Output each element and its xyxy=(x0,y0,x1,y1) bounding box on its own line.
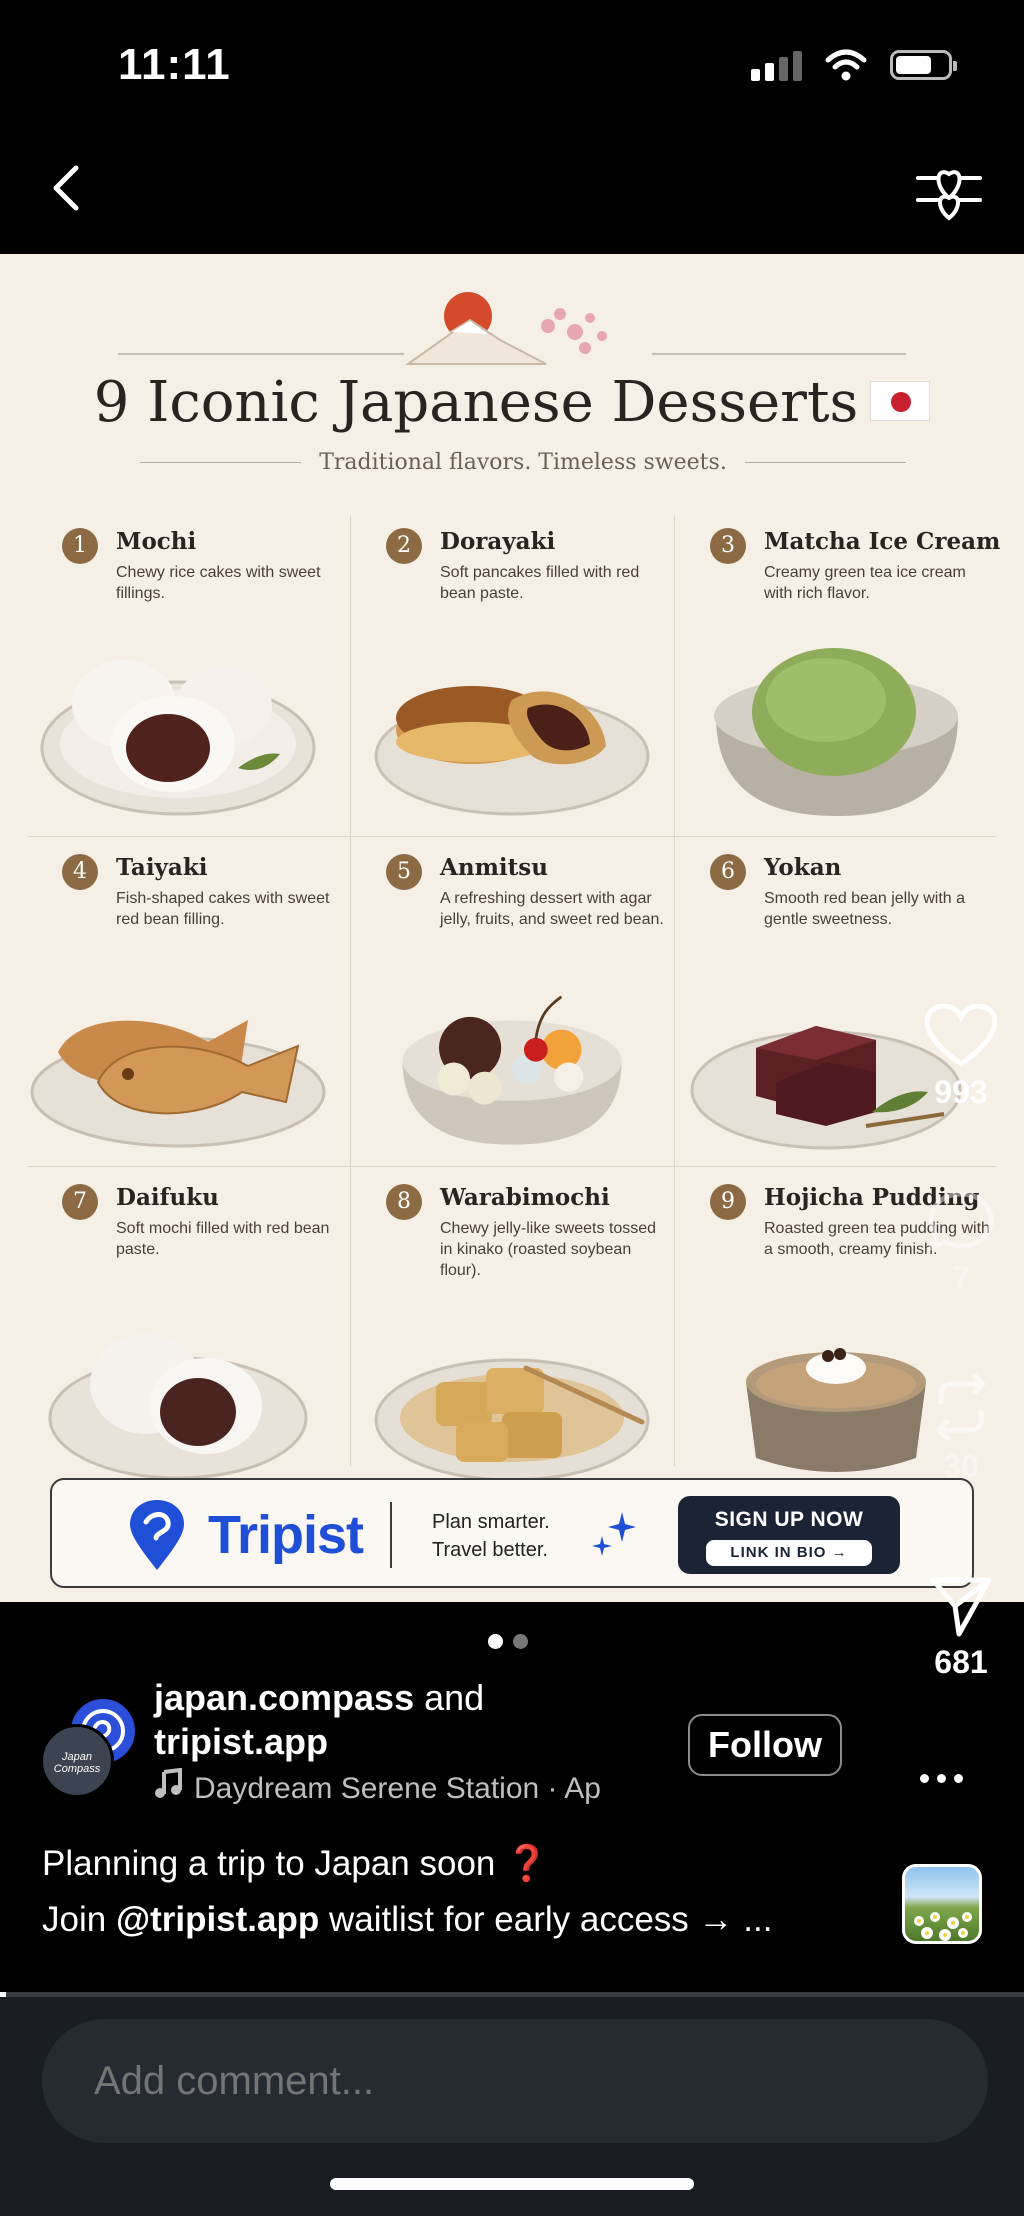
back-chevron-icon[interactable] xyxy=(40,160,96,216)
dessert-name: Mochi xyxy=(116,528,197,555)
heart-sliders-icon[interactable] xyxy=(914,158,984,222)
dessert-card-anmitsu: 5 Anmitsu A refreshing dessert with agar… xyxy=(352,842,674,1172)
author-username-1[interactable]: japan.compass xyxy=(154,1677,414,1718)
dessert-description: Soft pancakes filled with red bean paste… xyxy=(440,564,640,602)
matcha-ice-cream-illustration xyxy=(714,648,958,816)
dessert-card-matcha-ice-cream: 3 Matcha Ice Cream Creamy green tea ice … xyxy=(676,516,1001,846)
more-options-icon[interactable] xyxy=(920,1768,968,1788)
dessert-name: Dorayaki xyxy=(440,528,556,555)
sign-up-now-button[interactable]: SIGN UP NOW LINK IN BIO → xyxy=(678,1496,900,1574)
daifuku-illustration xyxy=(48,1334,308,1480)
dessert-number: 1 xyxy=(62,528,98,564)
heart-icon[interactable] xyxy=(925,1004,997,1068)
banner-tagline: Plan smarter. Travel better. xyxy=(432,1511,550,1561)
music-ticker[interactable]: Daydream Serene Station · Ap xyxy=(154,1768,654,1808)
dessert-card-dorayaki: 2 Dorayaki Soft pancakes filled with red… xyxy=(352,516,674,846)
subtitle-row: Traditional flavors. Timeless sweets. xyxy=(140,450,906,475)
dessert-description: Creamy green tea ice cream with rich fla… xyxy=(764,564,966,602)
follow-button[interactable]: Follow xyxy=(688,1714,842,1776)
post-image[interactable]: 9 Iconic Japanese Desserts Traditional f… xyxy=(0,254,1024,1602)
anmitsu-illustration xyxy=(402,995,622,1145)
send-icon[interactable] xyxy=(929,1574,993,1638)
fuji-sun-blossom-illustration xyxy=(118,292,906,365)
comment-bar xyxy=(0,1997,1024,2216)
dessert-name: Daifuku xyxy=(116,1184,219,1211)
dessert-number: 3 xyxy=(710,528,746,564)
dessert-number: 2 xyxy=(386,528,422,564)
dessert-name: Matcha Ice Cream xyxy=(764,528,1001,555)
status-icons xyxy=(751,48,957,82)
dessert-number: 5 xyxy=(386,854,422,890)
tripist-pin-logo-icon xyxy=(130,1500,184,1570)
share-action[interactable]: 681 xyxy=(920,1574,1002,1681)
audio-thumbnail[interactable] xyxy=(902,1864,982,1944)
link-in-bio-pill: LINK IN BIO → xyxy=(706,1540,872,1566)
author-username-2[interactable]: tripist.app xyxy=(154,1721,328,1762)
comment-bubble-icon[interactable] xyxy=(927,1190,995,1254)
comment-count: 7 xyxy=(952,1260,970,1296)
dessert-description: Smooth red bean jelly with a gentle swee… xyxy=(764,890,965,928)
japan-flag-icon xyxy=(870,380,931,421)
flowers-thumbnail-image xyxy=(914,1912,972,1941)
dessert-description: A refreshing dessert with agar jelly, fr… xyxy=(440,890,664,928)
mochi-illustration xyxy=(40,660,316,816)
post-title: 9 Iconic Japanese Desserts xyxy=(0,370,1024,435)
taiyaki-illustration xyxy=(30,1020,326,1148)
banner-divider xyxy=(390,1502,392,1568)
dessert-name: Yokan xyxy=(764,854,842,881)
author-names[interactable]: japan.compass and tripist.app xyxy=(154,1676,484,1764)
post-subtitle: Traditional flavors. Timeless sweets. xyxy=(319,450,727,475)
dessert-name: Warabimochi xyxy=(440,1184,610,1211)
dessert-number: 6 xyxy=(710,854,746,890)
post-caption[interactable]: Planning a trip to Japan soon ❓ Join @tr… xyxy=(42,1836,882,1948)
music-note-icon xyxy=(155,1768,182,1798)
dessert-name: Anmitsu xyxy=(440,854,548,881)
dessert-description: Chewy rice cakes with sweet fillings. xyxy=(116,564,321,602)
status-time: 11:11 xyxy=(118,40,231,89)
carousel-dots xyxy=(488,1634,528,1649)
repost-icon[interactable] xyxy=(929,1372,993,1442)
dessert-card-warabimochi: 8 Warabimochi Chewy jelly-like sweets to… xyxy=(352,1172,674,1502)
like-count: 993 xyxy=(934,1074,988,1110)
dessert-card-daifuku: 7 Daifuku Soft mochi filled with red bea… xyxy=(28,1172,350,1502)
dessert-grid: 1 Mochi Chewy rice cakes with sweet fill… xyxy=(28,516,1001,1602)
dessert-name: Taiyaki xyxy=(116,854,208,881)
dessert-description: Fish-shaped cakes with sweet red bean fi… xyxy=(116,890,330,928)
dessert-number: 8 xyxy=(386,1184,422,1220)
avatar-japan-compass[interactable]: Japan Compass xyxy=(40,1724,114,1798)
dessert-number: 4 xyxy=(62,854,98,890)
repost-count: 30 xyxy=(943,1448,979,1484)
repost-action[interactable]: 30 xyxy=(920,1372,1002,1485)
dessert-card-taiyaki: 4 Taiyaki Fish-shaped cakes with sweet r… xyxy=(28,842,350,1172)
dessert-number: 7 xyxy=(62,1184,98,1220)
warabimochi-illustration xyxy=(374,1358,650,1482)
dessert-card-mochi: 1 Mochi Chewy rice cakes with sweet fill… xyxy=(28,516,350,846)
cellular-signal-icon xyxy=(751,49,802,81)
dorayaki-illustration xyxy=(374,686,650,816)
comment-action[interactable]: 7 xyxy=(920,1190,1002,1297)
like-action[interactable]: 993 xyxy=(920,1004,1002,1111)
share-count: 681 xyxy=(934,1644,988,1680)
reel-screen: 11:11 9 Iconic Japanese Desserts Traditi… xyxy=(0,0,1024,2216)
dessert-description: Soft mochi filled with red bean paste. xyxy=(116,1220,330,1258)
tripist-ad-banner[interactable]: Tripist Plan smarter. Travel better. SIG… xyxy=(50,1478,974,1588)
home-indicator xyxy=(330,2178,694,2190)
dot-inactive xyxy=(513,1634,528,1649)
dot-active xyxy=(488,1634,503,1649)
music-title: Daydream Serene Station · Ap xyxy=(194,1772,601,1805)
tripist-brand-name: Tripist xyxy=(208,1505,364,1565)
battery-icon xyxy=(890,50,957,80)
wifi-icon xyxy=(825,49,867,81)
add-comment-input[interactable] xyxy=(42,2019,988,2143)
sparkle-icon xyxy=(592,1512,636,1556)
dessert-number: 9 xyxy=(710,1184,746,1220)
mention-tripist[interactable]: @tripist.app xyxy=(116,1900,319,1939)
